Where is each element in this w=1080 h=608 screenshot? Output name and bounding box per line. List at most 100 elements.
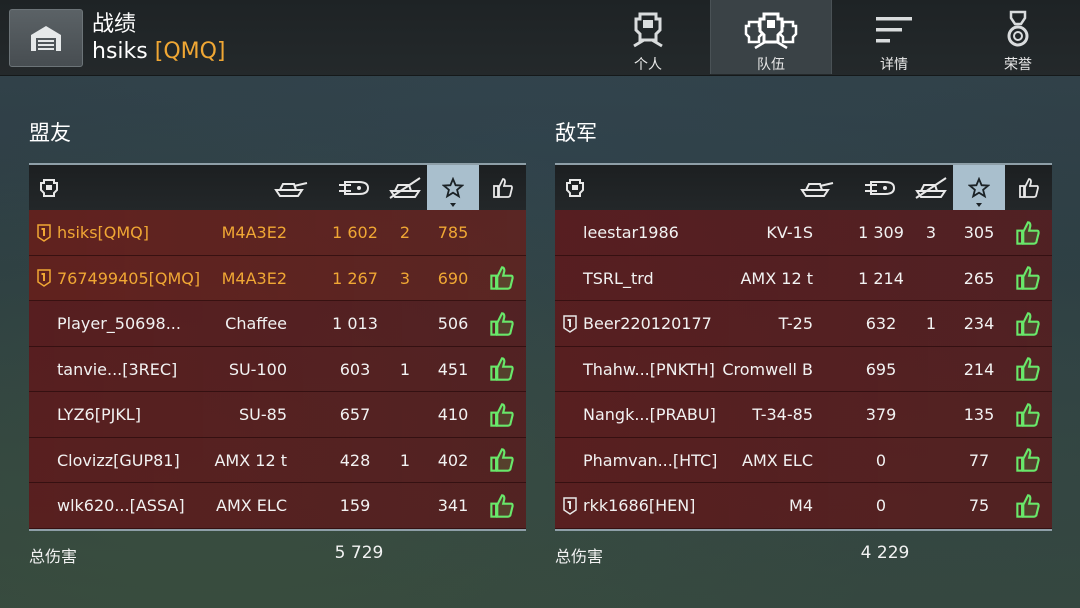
thumbs-up-icon bbox=[492, 177, 513, 198]
garage-icon bbox=[31, 26, 61, 51]
player-row[interactable]: rkk1686[HEN] M4 0 75 bbox=[555, 483, 1052, 529]
kills-value bbox=[911, 438, 951, 483]
platoon-badge-icon bbox=[35, 301, 53, 346]
tank-name: Cromwell B bbox=[722, 359, 813, 379]
player-nickname: hsiks bbox=[92, 39, 148, 64]
kills-column-header[interactable] bbox=[384, 165, 426, 210]
damage-value: 1 214 bbox=[858, 268, 904, 288]
kills-value: 1 bbox=[399, 450, 411, 470]
like-button[interactable] bbox=[479, 392, 525, 437]
kills-column-header[interactable] bbox=[910, 165, 952, 210]
xp-value: 451 bbox=[437, 359, 469, 379]
thumbs-up-icon bbox=[1016, 402, 1040, 427]
player-row[interactable]: hsiks[QMQ] M4A3E2 1 602 2 785 bbox=[29, 210, 526, 256]
platoon-badge-icon bbox=[561, 483, 579, 528]
platoon-badge-icon bbox=[561, 256, 579, 301]
player-row[interactable]: Nangk...[PRABU] T-34-85 379 135 bbox=[555, 392, 1052, 438]
tab-honors[interactable]: 荣誉 bbox=[957, 0, 1079, 74]
tank-name: M4 bbox=[789, 496, 813, 515]
player-row[interactable]: Thahw...[PNKTH] Cromwell B 695 214 bbox=[555, 346, 1052, 392]
kills-value: 1 bbox=[399, 359, 411, 379]
tank-column-header[interactable] bbox=[785, 165, 845, 210]
player-row[interactable]: Beer220120177 T-25 632 1 234 bbox=[555, 301, 1052, 347]
kills-value: 3 bbox=[399, 268, 411, 288]
like-button[interactable] bbox=[479, 301, 525, 346]
damage-column-header[interactable] bbox=[324, 165, 384, 210]
like-button[interactable] bbox=[479, 483, 525, 528]
player-row[interactable]: tanvie...[3REC] SU-100 603 1 451 bbox=[29, 346, 526, 392]
damage-value: 0 bbox=[875, 450, 887, 470]
like-button[interactable] bbox=[1005, 392, 1051, 437]
like-button[interactable] bbox=[1005, 483, 1051, 528]
top-bar: 战绩 hsiks [QMQ] 个人 队伍 详情 荣誉 bbox=[0, 0, 1080, 76]
tank-name: Chaffee bbox=[225, 314, 287, 333]
like-button[interactable] bbox=[1005, 347, 1051, 392]
kills-value bbox=[385, 392, 425, 437]
player-row[interactable]: Clovizz[GUP81] AMX 12 t 428 1 402 bbox=[29, 437, 526, 483]
xp-value: 214 bbox=[963, 359, 995, 379]
player-column-header[interactable] bbox=[29, 165, 69, 210]
kills-value bbox=[911, 483, 951, 528]
tank-column-header[interactable] bbox=[259, 165, 319, 210]
damage-value: 0 bbox=[875, 496, 887, 515]
like-button[interactable] bbox=[1005, 301, 1051, 346]
player-column-header[interactable] bbox=[555, 165, 595, 210]
tab-details[interactable]: 详情 bbox=[833, 0, 955, 74]
damage-column-header[interactable] bbox=[850, 165, 910, 210]
sort-indicator-icon bbox=[976, 203, 982, 207]
thumbs-up-icon bbox=[1018, 177, 1039, 198]
xp-column-header[interactable] bbox=[427, 165, 479, 210]
likes-column-header[interactable] bbox=[1005, 165, 1052, 210]
like-button[interactable] bbox=[1005, 438, 1051, 483]
like-button[interactable] bbox=[479, 256, 525, 301]
platoon-badge-icon bbox=[561, 392, 579, 437]
player-row[interactable]: Player_50698... Chaffee 1 013 506 bbox=[29, 301, 526, 347]
like-button[interactable] bbox=[1005, 210, 1051, 255]
platoon-badge-icon bbox=[561, 301, 579, 346]
allies-rows: hsiks[QMQ] M4A3E2 1 602 2 785 767499405[QMQ] M… bbox=[29, 210, 526, 529]
platoon-badge-icon bbox=[561, 210, 579, 255]
tab-team[interactable]: 队伍 bbox=[710, 0, 832, 74]
kills-value bbox=[385, 483, 425, 528]
xp-column-header[interactable] bbox=[953, 165, 1005, 210]
player-row[interactable]: leestar1986 KV-1S 1 309 3 305 bbox=[555, 210, 1052, 256]
player-name: hsiks [QMQ] bbox=[92, 39, 226, 65]
platoon-badge-icon bbox=[561, 347, 579, 392]
thumbs-up-icon bbox=[490, 448, 514, 472]
star-icon bbox=[442, 176, 464, 198]
player-icon bbox=[566, 178, 584, 197]
damage-value: 379 bbox=[865, 405, 897, 424]
like-button[interactable] bbox=[479, 438, 525, 483]
total-damage-value: 5 729 bbox=[334, 542, 384, 563]
player-row[interactable]: LYZ6[PJKL] SU-85 657 410 bbox=[29, 392, 526, 438]
player-row[interactable]: 767499405[QMQ] M4A3E2 1 267 3 690 bbox=[29, 255, 526, 301]
thumbs-up-icon bbox=[1016, 266, 1040, 290]
team-helmets-icon bbox=[741, 8, 801, 52]
enemies-total-damage: 总伤害 4 229 bbox=[555, 531, 1052, 577]
xp-value: 135 bbox=[963, 405, 995, 424]
tank-name: M4A3E2 bbox=[221, 268, 287, 288]
xp-value: 265 bbox=[963, 268, 995, 288]
like-button[interactable] bbox=[479, 210, 525, 255]
thumbs-up-icon bbox=[1016, 493, 1040, 518]
tab-honors-label: 荣誉 bbox=[1004, 57, 1032, 73]
like-button[interactable] bbox=[479, 347, 525, 392]
damage-value: 632 bbox=[865, 314, 897, 333]
player-row[interactable]: wlk620...[ASSA] AMX ELC 159 341 bbox=[29, 483, 526, 529]
garage-home-button[interactable] bbox=[9, 9, 83, 67]
thumbs-up-icon bbox=[490, 402, 514, 427]
likes-column-header[interactable] bbox=[479, 165, 526, 210]
player-row[interactable]: TSRL_trd AMX 12 t1 214 265 bbox=[555, 255, 1052, 301]
thumbs-up-icon bbox=[490, 493, 514, 518]
like-button[interactable] bbox=[1005, 256, 1051, 301]
kills-value: 3 bbox=[925, 223, 937, 242]
details-list-icon bbox=[874, 8, 914, 52]
player-row[interactable]: Phamvan...[HTC] AMX ELC 0 77 bbox=[555, 437, 1052, 483]
tab-personal[interactable]: 个人 bbox=[587, 0, 709, 74]
platoon-badge-icon bbox=[35, 210, 53, 255]
xp-value: 341 bbox=[437, 496, 469, 515]
sort-indicator-icon bbox=[450, 203, 456, 207]
platoon-badge-icon bbox=[35, 438, 53, 483]
medal-icon bbox=[1003, 8, 1033, 52]
thumbs-up-icon bbox=[1016, 357, 1040, 381]
